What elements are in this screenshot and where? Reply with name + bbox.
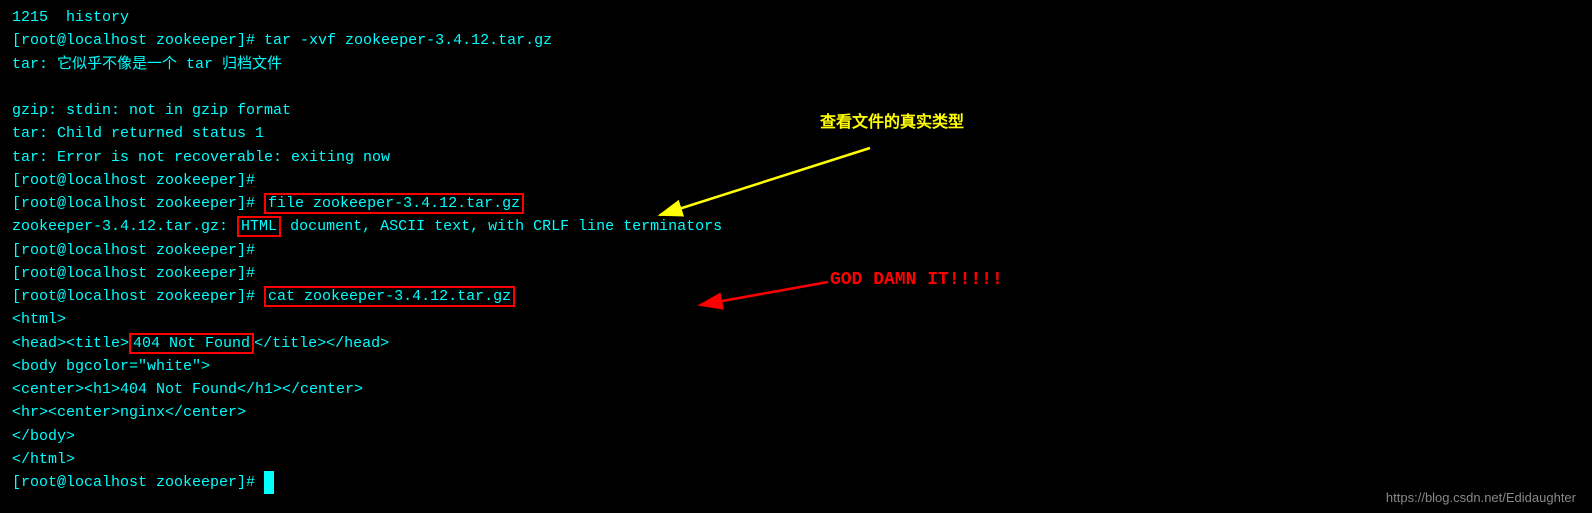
line-12: [root@localhost zookeeper]# <box>12 262 1580 285</box>
line-20: </html> <box>12 448 1580 471</box>
line-21: [root@localhost zookeeper]# <box>12 471 1580 494</box>
line-2: [root@localhost zookeeper]# tar -xvf zoo… <box>12 29 1580 52</box>
annotation-red: GOD DAMN IT!!!!! <box>830 270 1003 290</box>
line-16: <body bgcolor="white"> <box>12 355 1580 378</box>
line-11: [root@localhost zookeeper]# <box>12 239 1580 262</box>
line-5: gzip: stdin: not in gzip format <box>12 99 1580 122</box>
watermark: https://blog.csdn.net/Edidaughter <box>1386 490 1576 505</box>
line-6: tar: Child returned status 1 <box>12 122 1580 145</box>
file-cmd-highlight: file zookeeper-3.4.12.tar.gz <box>264 193 524 214</box>
not-found-highlight: 404 Not Found <box>129 333 254 354</box>
line-15: <head><title>404 Not Found</title></head… <box>12 332 1580 355</box>
cat-cmd-highlight: cat zookeeper-3.4.12.tar.gz <box>264 286 515 307</box>
line-7: tar: Error is not recoverable: exiting n… <box>12 146 1580 169</box>
line-17: <center><h1>404 Not Found</h1></center> <box>12 378 1580 401</box>
line-4 <box>12 76 1580 99</box>
annotation-yellow: 查看文件的真实类型 <box>820 108 964 132</box>
html-highlight: HTML <box>237 216 281 237</box>
line-14: <html> <box>12 308 1580 331</box>
terminal: 1215 history [root@localhost zookeeper]#… <box>0 0 1592 500</box>
line-8: [root@localhost zookeeper]# <box>12 169 1580 192</box>
line-19: </body> <box>12 425 1580 448</box>
line-9: [root@localhost zookeeper]# file zookeep… <box>12 192 1580 215</box>
line-18: <hr><center>nginx</center> <box>12 401 1580 424</box>
line-1: 1215 history <box>12 6 1580 29</box>
line-3: tar: 它似乎不像是一个 tar 归档文件 <box>12 53 1580 76</box>
line-13: [root@localhost zookeeper]# cat zookeepe… <box>12 285 1580 308</box>
line-10: zookeeper-3.4.12.tar.gz: HTML document, … <box>12 215 1580 238</box>
